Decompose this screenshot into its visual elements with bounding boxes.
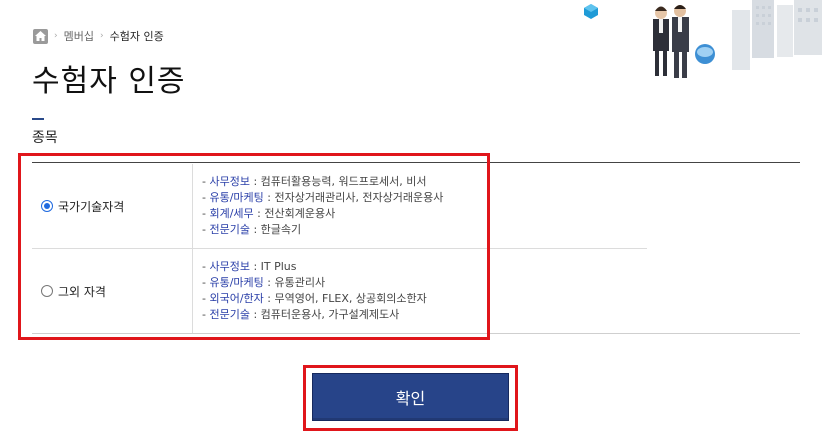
- page-title: 수험자 인증: [32, 64, 186, 99]
- highlight-box-button: [303, 365, 518, 431]
- title-accent-bar: [32, 118, 44, 120]
- highlight-box-options: [18, 153, 490, 340]
- hero-illustration: [582, 0, 822, 85]
- breadcrumb-item-current: 수험자 인증: [109, 30, 164, 43]
- section-label: 종목: [32, 130, 58, 146]
- home-icon[interactable]: [33, 28, 48, 44]
- breadcrumb: › 멤버십 › 수험자 인증: [33, 27, 164, 45]
- breadcrumb-item-membership[interactable]: 멤버십: [64, 28, 94, 44]
- chevron-right-icon: ›: [99, 31, 104, 41]
- chevron-right-icon: ›: [54, 31, 58, 41]
